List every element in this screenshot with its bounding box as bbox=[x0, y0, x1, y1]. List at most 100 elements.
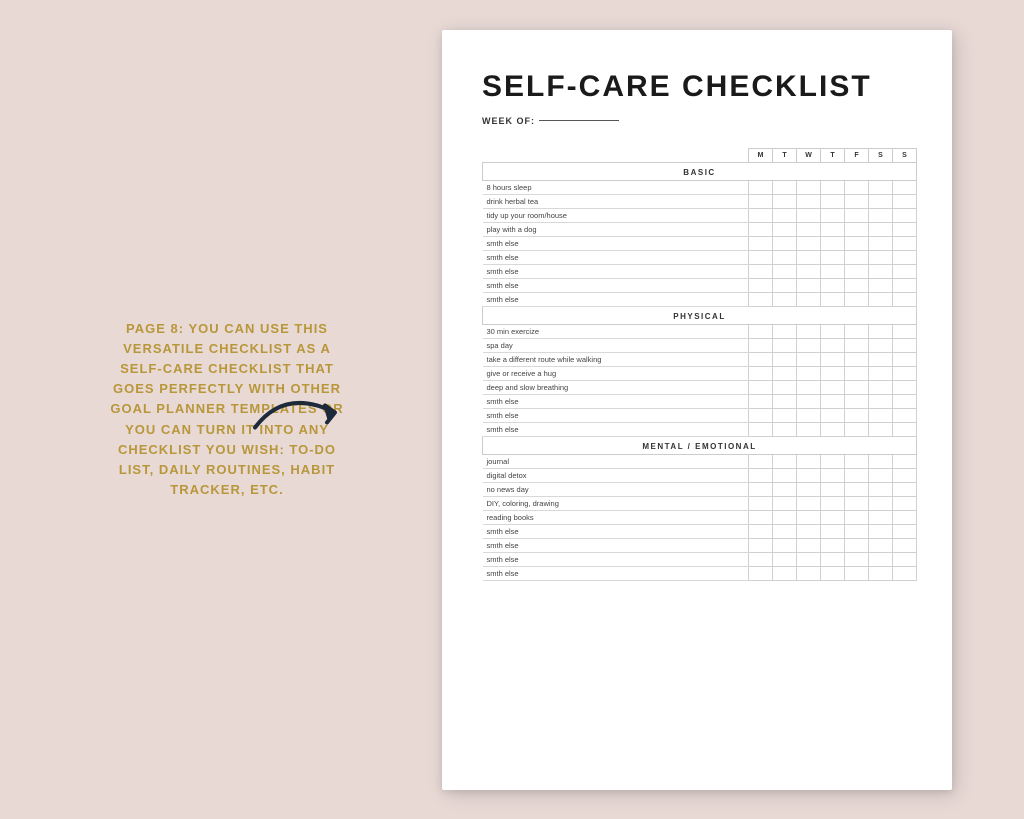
day-checkbox-cell[interactable] bbox=[845, 338, 869, 352]
day-checkbox-cell[interactable] bbox=[773, 538, 797, 552]
day-checkbox-cell[interactable] bbox=[749, 552, 773, 566]
day-checkbox-cell[interactable] bbox=[869, 380, 893, 394]
day-checkbox-cell[interactable] bbox=[821, 222, 845, 236]
day-checkbox-cell[interactable] bbox=[869, 236, 893, 250]
day-checkbox-cell[interactable] bbox=[893, 566, 917, 580]
day-checkbox-cell[interactable] bbox=[821, 482, 845, 496]
day-checkbox-cell[interactable] bbox=[869, 278, 893, 292]
day-checkbox-cell[interactable] bbox=[821, 496, 845, 510]
day-checkbox-cell[interactable] bbox=[893, 394, 917, 408]
day-checkbox-cell[interactable] bbox=[797, 510, 821, 524]
day-checkbox-cell[interactable] bbox=[749, 250, 773, 264]
day-checkbox-cell[interactable] bbox=[893, 222, 917, 236]
day-checkbox-cell[interactable] bbox=[749, 292, 773, 306]
day-checkbox-cell[interactable] bbox=[845, 324, 869, 338]
day-checkbox-cell[interactable] bbox=[869, 524, 893, 538]
day-checkbox-cell[interactable] bbox=[893, 408, 917, 422]
day-checkbox-cell[interactable] bbox=[821, 552, 845, 566]
day-checkbox-cell[interactable] bbox=[893, 366, 917, 380]
day-checkbox-cell[interactable] bbox=[869, 366, 893, 380]
day-checkbox-cell[interactable] bbox=[773, 236, 797, 250]
day-checkbox-cell[interactable] bbox=[773, 180, 797, 194]
day-checkbox-cell[interactable] bbox=[749, 264, 773, 278]
day-checkbox-cell[interactable] bbox=[821, 380, 845, 394]
day-checkbox-cell[interactable] bbox=[869, 482, 893, 496]
day-checkbox-cell[interactable] bbox=[749, 208, 773, 222]
day-checkbox-cell[interactable] bbox=[797, 352, 821, 366]
day-checkbox-cell[interactable] bbox=[845, 352, 869, 366]
day-checkbox-cell[interactable] bbox=[797, 566, 821, 580]
day-checkbox-cell[interactable] bbox=[749, 380, 773, 394]
day-checkbox-cell[interactable] bbox=[893, 338, 917, 352]
day-checkbox-cell[interactable] bbox=[773, 524, 797, 538]
day-checkbox-cell[interactable] bbox=[773, 454, 797, 468]
day-checkbox-cell[interactable] bbox=[773, 510, 797, 524]
day-checkbox-cell[interactable] bbox=[797, 292, 821, 306]
day-checkbox-cell[interactable] bbox=[821, 278, 845, 292]
day-checkbox-cell[interactable] bbox=[869, 408, 893, 422]
day-checkbox-cell[interactable] bbox=[845, 510, 869, 524]
day-checkbox-cell[interactable] bbox=[773, 264, 797, 278]
day-checkbox-cell[interactable] bbox=[821, 408, 845, 422]
day-checkbox-cell[interactable] bbox=[773, 496, 797, 510]
day-checkbox-cell[interactable] bbox=[845, 454, 869, 468]
day-checkbox-cell[interactable] bbox=[893, 236, 917, 250]
day-checkbox-cell[interactable] bbox=[797, 236, 821, 250]
day-checkbox-cell[interactable] bbox=[845, 468, 869, 482]
day-checkbox-cell[interactable] bbox=[797, 264, 821, 278]
day-checkbox-cell[interactable] bbox=[773, 222, 797, 236]
day-checkbox-cell[interactable] bbox=[773, 208, 797, 222]
day-checkbox-cell[interactable] bbox=[869, 394, 893, 408]
day-checkbox-cell[interactable] bbox=[869, 468, 893, 482]
day-checkbox-cell[interactable] bbox=[893, 454, 917, 468]
day-checkbox-cell[interactable] bbox=[773, 408, 797, 422]
day-checkbox-cell[interactable] bbox=[869, 454, 893, 468]
day-checkbox-cell[interactable] bbox=[749, 454, 773, 468]
day-checkbox-cell[interactable] bbox=[749, 510, 773, 524]
day-checkbox-cell[interactable] bbox=[869, 222, 893, 236]
day-checkbox-cell[interactable] bbox=[797, 538, 821, 552]
day-checkbox-cell[interactable] bbox=[749, 538, 773, 552]
day-checkbox-cell[interactable] bbox=[893, 264, 917, 278]
day-checkbox-cell[interactable] bbox=[845, 394, 869, 408]
day-checkbox-cell[interactable] bbox=[893, 538, 917, 552]
day-checkbox-cell[interactable] bbox=[845, 482, 869, 496]
day-checkbox-cell[interactable] bbox=[749, 408, 773, 422]
day-checkbox-cell[interactable] bbox=[845, 278, 869, 292]
day-checkbox-cell[interactable] bbox=[797, 524, 821, 538]
day-checkbox-cell[interactable] bbox=[821, 194, 845, 208]
day-checkbox-cell[interactable] bbox=[893, 422, 917, 436]
day-checkbox-cell[interactable] bbox=[845, 496, 869, 510]
day-checkbox-cell[interactable] bbox=[821, 250, 845, 264]
day-checkbox-cell[interactable] bbox=[845, 222, 869, 236]
day-checkbox-cell[interactable] bbox=[869, 352, 893, 366]
day-checkbox-cell[interactable] bbox=[869, 324, 893, 338]
day-checkbox-cell[interactable] bbox=[749, 194, 773, 208]
day-checkbox-cell[interactable] bbox=[893, 496, 917, 510]
day-checkbox-cell[interactable] bbox=[845, 180, 869, 194]
day-checkbox-cell[interactable] bbox=[893, 194, 917, 208]
day-checkbox-cell[interactable] bbox=[797, 380, 821, 394]
day-checkbox-cell[interactable] bbox=[797, 482, 821, 496]
day-checkbox-cell[interactable] bbox=[773, 366, 797, 380]
day-checkbox-cell[interactable] bbox=[773, 278, 797, 292]
day-checkbox-cell[interactable] bbox=[773, 324, 797, 338]
day-checkbox-cell[interactable] bbox=[749, 524, 773, 538]
day-checkbox-cell[interactable] bbox=[893, 324, 917, 338]
day-checkbox-cell[interactable] bbox=[749, 566, 773, 580]
day-checkbox-cell[interactable] bbox=[797, 180, 821, 194]
day-checkbox-cell[interactable] bbox=[893, 482, 917, 496]
day-checkbox-cell[interactable] bbox=[773, 552, 797, 566]
day-checkbox-cell[interactable] bbox=[821, 236, 845, 250]
day-checkbox-cell[interactable] bbox=[797, 208, 821, 222]
day-checkbox-cell[interactable] bbox=[797, 278, 821, 292]
day-checkbox-cell[interactable] bbox=[869, 422, 893, 436]
day-checkbox-cell[interactable] bbox=[869, 510, 893, 524]
day-checkbox-cell[interactable] bbox=[821, 208, 845, 222]
day-checkbox-cell[interactable] bbox=[773, 292, 797, 306]
day-checkbox-cell[interactable] bbox=[893, 208, 917, 222]
day-checkbox-cell[interactable] bbox=[749, 394, 773, 408]
day-checkbox-cell[interactable] bbox=[821, 264, 845, 278]
day-checkbox-cell[interactable] bbox=[821, 394, 845, 408]
day-checkbox-cell[interactable] bbox=[749, 324, 773, 338]
